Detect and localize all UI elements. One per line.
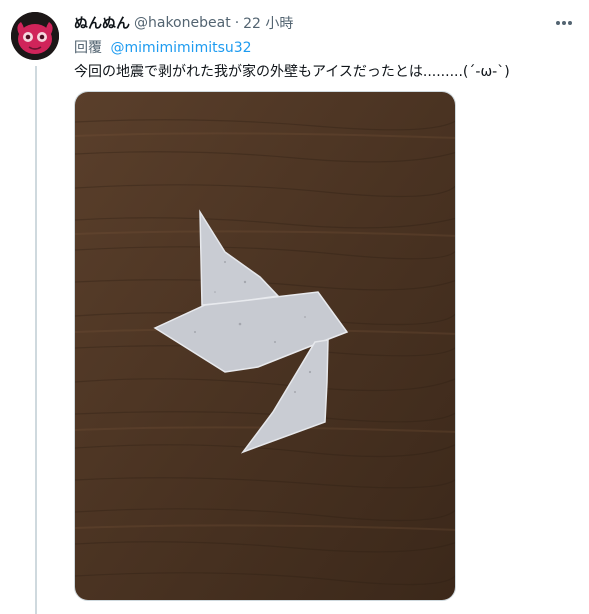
replying-label: 回覆 bbox=[74, 40, 102, 56]
tweet-text: 今回の地震で剥がれた我が家の外壁もアイスだったとは.........(´-ω-`… bbox=[74, 64, 510, 80]
timestamp[interactable]: 22 小時 bbox=[243, 13, 293, 33]
reply-target-link[interactable]: @mimimimimitsu32 bbox=[110, 40, 251, 56]
avatar-image bbox=[11, 12, 59, 60]
display-name[interactable]: ぬんぬん bbox=[74, 13, 130, 33]
tweet-photo[interactable] bbox=[74, 91, 456, 601]
more-button[interactable] bbox=[551, 10, 577, 36]
replying-to-line: 回覆 @mimimimimitsu32 bbox=[74, 37, 252, 57]
user-handle[interactable]: @hakonebeat bbox=[134, 15, 231, 31]
tweet-header: ぬんぬん @hakonebeat · 22 小時 bbox=[74, 12, 579, 34]
separator-dot: · bbox=[234, 15, 240, 31]
thread-connector-line bbox=[35, 66, 37, 614]
photo-image bbox=[75, 92, 455, 600]
more-horizontal-icon bbox=[556, 21, 572, 25]
avatar[interactable] bbox=[11, 12, 59, 60]
